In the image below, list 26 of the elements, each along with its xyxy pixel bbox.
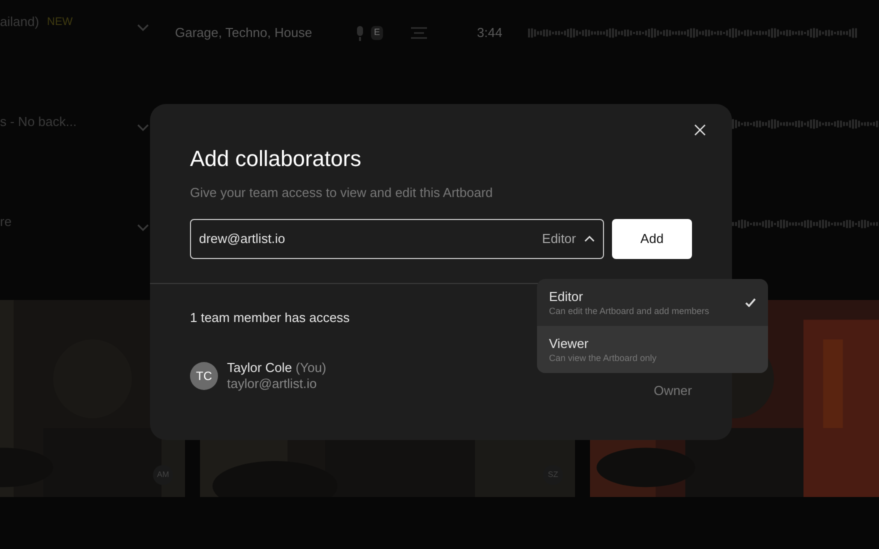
option-label: Viewer [549, 336, 590, 352]
dialog-subtitle: Give your team access to view and edit this Artboard [190, 184, 494, 202]
chevron-icon [137, 224, 149, 232]
member-role: Owner [654, 382, 692, 400]
chevron-icon [137, 24, 149, 32]
dialog-title: Add collaborators [190, 145, 362, 173]
role-select[interactable]: Editor [542, 228, 595, 248]
members-heading: 1 team member has access [190, 308, 350, 326]
role-option[interactable]: Viewer Can view the Artboard only [537, 326, 768, 373]
member-email: taylor@artlist.io [227, 376, 318, 392]
new-label: NEW [47, 14, 73, 30]
add-button[interactable]: Add [612, 218, 692, 258]
member-name: Taylor Cole (You) [227, 360, 326, 376]
close-button[interactable] [694, 123, 708, 137]
option-description: Can edit the Artboard and add members [549, 304, 710, 316]
email-field[interactable]: drew@artlist.io Editor [190, 218, 604, 258]
duration-text: 3:44 [477, 24, 504, 42]
role-option[interactable]: Editor Can edit the Artboard and add members [537, 279, 768, 326]
microphone-icon [355, 26, 365, 40]
genres-text: Garage, Techno, House [175, 24, 314, 42]
option-description: Can view the Artboard only [549, 352, 658, 364]
chevron-icon [137, 124, 149, 132]
option-label: Editor [549, 288, 584, 304]
member-avatar: TC [190, 362, 218, 390]
menu-icon [411, 27, 428, 39]
explicit-badge: E [371, 26, 384, 40]
